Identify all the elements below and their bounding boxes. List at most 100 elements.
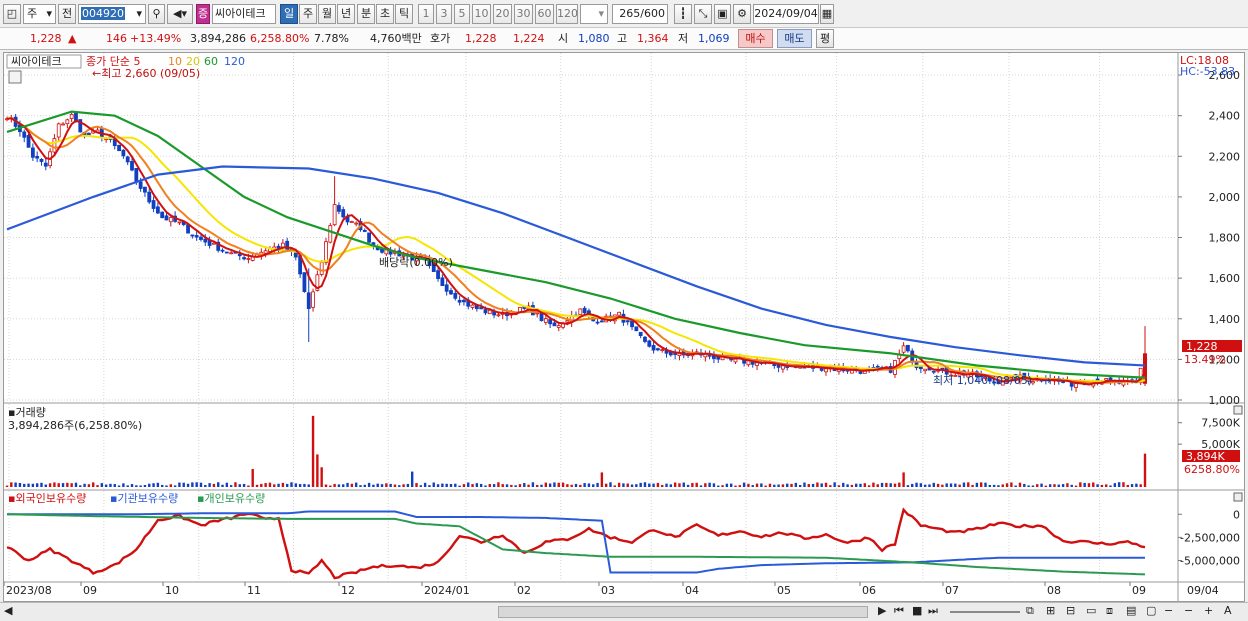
font-size-icon[interactable]: A	[1224, 604, 1232, 617]
volume-bar	[359, 485, 362, 487]
period-tick-button[interactable]: 틱	[395, 4, 413, 24]
interval-20-button[interactable]: 20	[493, 4, 512, 24]
candle	[164, 215, 169, 221]
chart-area[interactable]: 1,000 1,200 1,400 1,600 1,800 2,000 2,200 2,400…	[3, 52, 1245, 602]
period-second-button[interactable]: 초	[376, 4, 394, 24]
period-minute-button[interactable]: 분	[357, 4, 375, 24]
volume-bar	[1027, 485, 1030, 487]
volume-bar	[1001, 484, 1004, 487]
interval-3-button[interactable]: 3	[436, 4, 452, 24]
gear-icon[interactable]: ⚙	[733, 4, 751, 24]
volume-panel-close-icon[interactable]	[1233, 405, 1243, 415]
box-icon[interactable]: ▢	[1146, 604, 1156, 617]
volume-bar	[415, 483, 418, 487]
volume-bar	[277, 483, 280, 487]
volume-bar	[31, 483, 35, 487]
volume-bar	[596, 482, 599, 487]
period-year-button[interactable]: 년	[337, 4, 355, 24]
candle	[617, 311, 622, 316]
volume-bar	[255, 484, 259, 487]
prev-button[interactable]: 전	[58, 4, 76, 24]
volume-bar	[475, 483, 479, 487]
minus-icon[interactable]: −	[1164, 604, 1173, 617]
rewind-icon[interactable]: ⏮	[894, 604, 904, 618]
x-tick-label: 07	[945, 584, 959, 597]
volume-bar	[148, 483, 151, 487]
window-icon[interactable]: ▭	[1086, 604, 1096, 617]
zoom-out-icon[interactable]: −	[1184, 604, 1193, 617]
interval-120-button[interactable]: 120	[556, 4, 578, 24]
volume-bar	[1066, 483, 1069, 487]
candle-type-icon[interactable]: ┇	[674, 4, 692, 24]
volume-bar	[949, 483, 953, 487]
interval-30-button[interactable]: 30	[514, 4, 533, 24]
layout-icon[interactable]: ⧉	[1026, 604, 1034, 618]
volume-bar	[48, 483, 52, 487]
crosshair-icon[interactable]: ⤡	[694, 4, 712, 24]
volume-bar	[100, 483, 104, 487]
save-icon[interactable]: ▣	[714, 4, 731, 24]
buy-button[interactable]: 매수	[738, 29, 773, 48]
search-icon[interactable]: ⚲	[148, 4, 165, 24]
window-menu-icon[interactable]: ◰	[3, 4, 21, 24]
stock-code-input[interactable]: 004920 ▾	[78, 4, 146, 24]
chart-scrollbar[interactable]: ◀ ▶ ⏮ ■ ⏭ ⧉ ⊞ ⊟ ▭ ⧈ ▤ ▢ − − + A	[0, 602, 1248, 621]
volume-bar	[1087, 483, 1091, 487]
volume-bar	[691, 483, 694, 487]
volume-bar	[704, 483, 707, 487]
volume-bar	[182, 482, 185, 487]
speaker-icon[interactable]: ◀▾	[167, 4, 193, 24]
quote-bid: 1,224	[513, 32, 545, 45]
chart-canvas[interactable]: 1,0001,2001,4001,6001,8002,0002,2002,400…	[4, 53, 1244, 601]
candle	[285, 240, 290, 251]
volume-bar	[1014, 485, 1017, 487]
candle	[56, 123, 61, 138]
eval-button[interactable]: 평	[816, 29, 834, 48]
period-type-select[interactable]: 주 ▾	[23, 4, 56, 24]
panel-icon[interactable]: ⧈	[1106, 604, 1113, 618]
volume-bar	[587, 483, 591, 487]
stop-icon[interactable]: ■	[912, 604, 922, 617]
volume-bar	[109, 483, 112, 487]
zoom-slider[interactable]	[950, 611, 1020, 613]
scroll-left-icon[interactable]: ◀	[4, 604, 12, 617]
tile-icon[interactable]: ▤	[1126, 604, 1136, 617]
scroll-thumb[interactable]	[498, 606, 868, 618]
volume-bar	[152, 483, 155, 487]
candle	[901, 345, 906, 353]
interval-60-button[interactable]: 60	[535, 4, 554, 24]
volume-bar	[708, 482, 711, 487]
date-field[interactable]: 2024/09/04	[753, 4, 819, 24]
volume-bar	[518, 484, 522, 487]
period-day-button[interactable]: 일	[280, 4, 298, 24]
table-icon[interactable]	[8, 70, 22, 84]
volume-bar	[678, 483, 681, 487]
scroll-right-icon[interactable]: ▶	[878, 604, 886, 617]
zoom-in-icon[interactable]: +	[1204, 604, 1213, 617]
volume-bar	[380, 484, 384, 487]
grid-layout-icon[interactable]: ⊞	[1046, 604, 1055, 617]
holdings-panel-close-icon[interactable]	[1233, 492, 1243, 502]
period-week-button[interactable]: 주	[299, 4, 317, 24]
low-marker: 최저 1,040 (08/05)	[933, 374, 1032, 387]
quote-turnover: 7.78%	[314, 32, 349, 45]
interval-10-button[interactable]: 10	[472, 4, 491, 24]
volume-bar	[208, 483, 211, 487]
interval-1-button[interactable]: 1	[418, 4, 434, 24]
fast-forward-icon[interactable]: ⏭	[928, 604, 938, 618]
volume-bar	[454, 483, 457, 487]
legend-foreign: ▪외국인보유수량	[8, 492, 86, 505]
period-month-button[interactable]: 월	[318, 4, 336, 24]
split-icon[interactable]: ⊟	[1066, 604, 1075, 617]
volume-bar	[794, 482, 798, 487]
volume-bar	[932, 482, 935, 487]
candle	[246, 258, 251, 260]
candle	[168, 217, 173, 223]
stock-name-field[interactable]: 씨아이테크	[212, 4, 276, 24]
sell-button[interactable]: 매도	[777, 29, 812, 48]
quote-volume-pct: 6,258.80%	[250, 32, 310, 45]
custom-interval-input[interactable]: ▾	[580, 4, 608, 24]
calendar-icon[interactable]: ▦	[820, 4, 834, 24]
count-field[interactable]: 265/600	[612, 4, 668, 24]
interval-5-button[interactable]: 5	[454, 4, 470, 24]
